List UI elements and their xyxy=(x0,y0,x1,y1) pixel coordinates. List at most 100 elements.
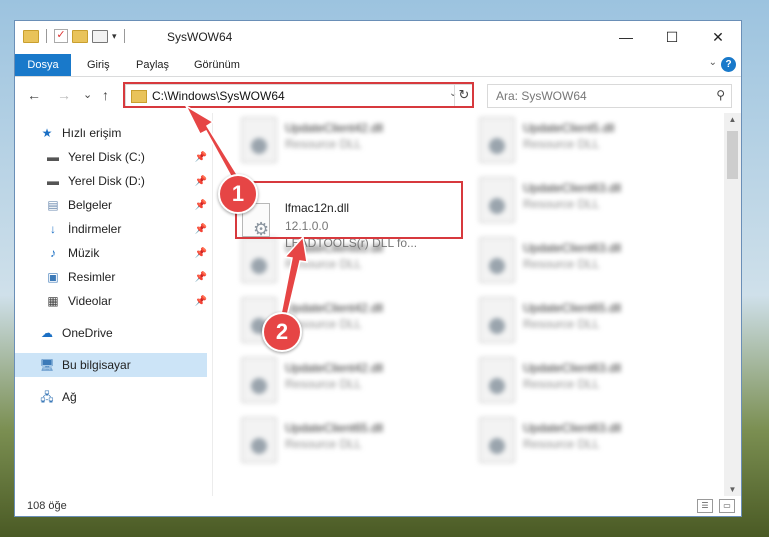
sidebar-item-this-pc[interactable]: 🖥 Bu bilgisayar xyxy=(15,353,207,377)
back-button[interactable]: ← xyxy=(27,87,41,103)
file-description: Resource DLL xyxy=(523,317,600,331)
customize-qat-icon[interactable] xyxy=(92,29,108,43)
expand-ribbon-icon[interactable]: ⌄ xyxy=(709,57,717,68)
sidebar-item-documents[interactable]: ▤ Belgeler 📌 xyxy=(45,193,237,217)
maximize-button[interactable]: ☐ xyxy=(649,21,695,54)
dll-file-icon xyxy=(479,297,515,343)
sidebar-item-label: Bu bilgisayar xyxy=(62,358,131,372)
minimize-button[interactable]: — xyxy=(603,21,649,54)
new-folder-icon[interactable] xyxy=(72,29,88,43)
file-name: UpdateClient42.dll xyxy=(285,301,384,315)
sidebar-item-network[interactable]: 🖧 Ağ xyxy=(39,385,231,409)
close-button[interactable]: ✕ xyxy=(695,21,741,54)
file-highlight-box xyxy=(235,181,463,239)
file-item[interactable]: UpdateClient63.dll Resource DLL xyxy=(475,235,685,287)
file-item[interactable]: UpdateClient63.dll Resource DLL xyxy=(475,175,685,227)
ribbon-tabs: Dosya Giriş Paylaş Görünüm ⌄ ? xyxy=(15,54,741,77)
file-description: Resource DLL xyxy=(285,377,362,391)
file-item[interactable]: UpdateClient63.dll Resource DLL xyxy=(475,415,685,467)
file-description: Resource DLL xyxy=(285,437,362,451)
file-item[interactable]: UpdateClient65.dll Resource DLL xyxy=(237,415,447,467)
file-description: Resource DLL xyxy=(285,257,362,271)
tab-share[interactable]: Paylaş xyxy=(136,54,169,76)
dll-file-icon xyxy=(479,417,515,463)
qat-dropdown-icon[interactable]: ▾ xyxy=(112,31,117,42)
file-name: UpdateClient63.dll xyxy=(523,241,622,255)
sidebar-item-label: Hızlı erişim xyxy=(62,126,122,140)
file-description: Resource DLL xyxy=(523,197,600,211)
file-item[interactable]: UpdateClient65.dll Resource DLL xyxy=(475,295,685,347)
dll-file-icon xyxy=(479,357,515,403)
computer-icon: 🖥 xyxy=(39,358,55,372)
properties-icon[interactable]: ✓ xyxy=(54,29,68,43)
sidebar-item-videos[interactable]: ▦ Videolar 📌 xyxy=(45,289,237,313)
sidebar-item-label: Videolar xyxy=(68,294,112,308)
large-icons-view-icon[interactable]: ▭ xyxy=(719,499,735,513)
search-icon: ⚲ xyxy=(716,88,725,102)
dll-file-icon xyxy=(241,117,277,163)
address-highlight-box xyxy=(123,82,474,108)
toolbar-divider xyxy=(123,29,125,43)
file-name: UpdateClient5.dll xyxy=(523,121,615,135)
sidebar-item-label: OneDrive xyxy=(62,326,113,340)
file-name: UpdateClient63.dll xyxy=(523,181,622,195)
folder-icon xyxy=(23,29,39,43)
help-icon[interactable]: ? xyxy=(721,57,736,72)
scroll-down-icon[interactable]: ▼ xyxy=(724,485,741,494)
file-name: UpdateClient63.dll xyxy=(523,421,622,435)
network-icon: 🖧 xyxy=(40,390,54,404)
status-bar: 108 öğe ☰ ▭ xyxy=(15,496,741,516)
sidebar-item-quick-access[interactable]: ★ Hızlı erişim xyxy=(39,121,231,145)
file-list: UpdateClient42.dll Resource DLL UpdateCl… xyxy=(213,113,723,496)
pin-icon[interactable]: 📌 xyxy=(195,176,207,187)
search-input[interactable]: Ara: SysWOW64 xyxy=(496,89,587,103)
vertical-scrollbar[interactable]: ▲ ▼ xyxy=(724,113,741,496)
pin-icon[interactable]: 📌 xyxy=(195,272,207,283)
forward-button[interactable]: → xyxy=(57,87,71,103)
pin-icon[interactable]: 📌 xyxy=(195,296,207,307)
file-description: Resource DLL xyxy=(285,137,362,151)
sidebar-item-label: Ağ xyxy=(62,390,77,404)
file-name: UpdateClient65.dll xyxy=(523,301,622,315)
window-title: SysWOW64 xyxy=(167,30,233,44)
sidebar-item-label: Yerel Disk (C:) xyxy=(68,150,145,164)
tab-view[interactable]: Görünüm xyxy=(194,54,240,76)
pin-icon[interactable]: 📌 xyxy=(195,152,207,163)
videos-icon: ▦ xyxy=(47,294,59,308)
file-name: UpdateClient65.dll xyxy=(285,421,384,435)
sidebar-item-downloads[interactable]: ↓ İndirmeler 📌 xyxy=(45,217,237,241)
search-box[interactable]: Ara: SysWOW64 ⚲ xyxy=(487,84,732,108)
sidebar-item-onedrive[interactable]: ☁ OneDrive xyxy=(39,321,231,345)
file-description: Resource DLL xyxy=(523,137,600,151)
pin-icon[interactable]: 📌 xyxy=(195,224,207,235)
tab-home[interactable]: Giriş xyxy=(87,54,110,76)
file-item[interactable]: UpdateClient5.dll Resource DLL xyxy=(475,115,685,167)
scroll-up-icon[interactable]: ▲ xyxy=(724,115,741,124)
up-button[interactable]: ↑ xyxy=(102,87,109,103)
dll-file-icon xyxy=(479,237,515,283)
recent-locations-button[interactable]: ⌄ xyxy=(83,88,92,101)
tab-file[interactable]: Dosya xyxy=(15,54,71,76)
file-item[interactable]: UpdateClient42.dll Resource DLL xyxy=(237,115,447,167)
details-view-icon[interactable]: ☰ xyxy=(697,499,713,513)
file-description: Resource DLL xyxy=(523,377,600,391)
sidebar-item-pictures[interactable]: ▣ Resimler 📌 xyxy=(45,265,237,289)
file-name: UpdateClient42.dll xyxy=(285,361,384,375)
drive-icon: ▬ xyxy=(47,150,59,164)
pin-icon[interactable]: 📌 xyxy=(195,248,207,259)
step-1-badge: 1 xyxy=(218,174,258,214)
file-item[interactable]: UpdateClient42.dll Resource DLL xyxy=(237,355,447,407)
file-explorer-window: ✓ ▾ SysWOW64 — ☐ ✕ Dosya Giriş Paylaş Gö… xyxy=(14,20,742,517)
step-2-badge: 2 xyxy=(262,312,302,352)
file-item[interactable]: UpdateClient63.dll Resource DLL xyxy=(475,355,685,407)
scrollbar-thumb[interactable] xyxy=(727,131,738,179)
pictures-icon: ▣ xyxy=(47,270,59,284)
sidebar-item-local-disk-c[interactable]: ▬ Yerel Disk (C:) 📌 xyxy=(45,145,237,169)
pin-icon[interactable]: 📌 xyxy=(195,200,207,211)
music-icon: ♪ xyxy=(50,246,56,260)
item-count: 108 öğe xyxy=(27,500,67,512)
sidebar-item-local-disk-d[interactable]: ▬ Yerel Disk (D:) 📌 xyxy=(45,169,237,193)
sidebar-item-music[interactable]: ♪ Müzik 📌 xyxy=(45,241,237,265)
quick-access-toolbar: ✓ ▾ xyxy=(23,29,128,43)
file-name: UpdateClient63.dll xyxy=(523,361,622,375)
